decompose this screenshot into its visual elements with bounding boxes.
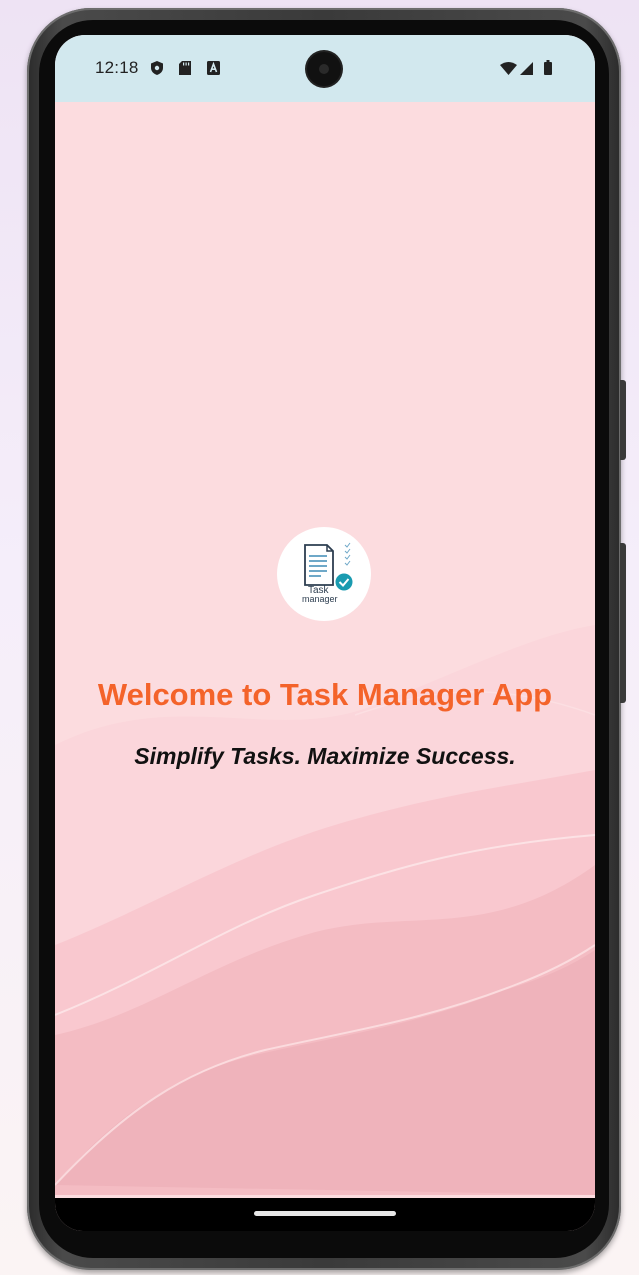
app-screen: 12:18 Task manager Welcome to Task Manag… [55, 35, 595, 1231]
navigation-bar [55, 1198, 595, 1231]
wifi-icon [500, 62, 517, 75]
check-badge-icon [335, 573, 353, 591]
status-time: 12:18 [95, 58, 139, 77]
home-gesture-handle[interactable] [254, 1211, 396, 1216]
logo-text-manager: manager [302, 594, 338, 604]
battery-icon [544, 60, 552, 75]
signal-icon [520, 62, 533, 75]
tagline: Simplify Tasks. Maximize Success. [134, 743, 516, 769]
welcome-title: Welcome to Task Manager App [97, 677, 553, 712]
a-badge-icon [207, 61, 220, 75]
status-bar: 12:18 [55, 35, 595, 102]
volume-button [620, 380, 626, 460]
front-camera [307, 52, 341, 86]
power-button [620, 543, 626, 703]
shield-icon [151, 61, 163, 75]
task-document-icon [304, 542, 353, 591]
sd-card-icon [179, 61, 191, 75]
app-logo: Task manager [277, 527, 371, 621]
